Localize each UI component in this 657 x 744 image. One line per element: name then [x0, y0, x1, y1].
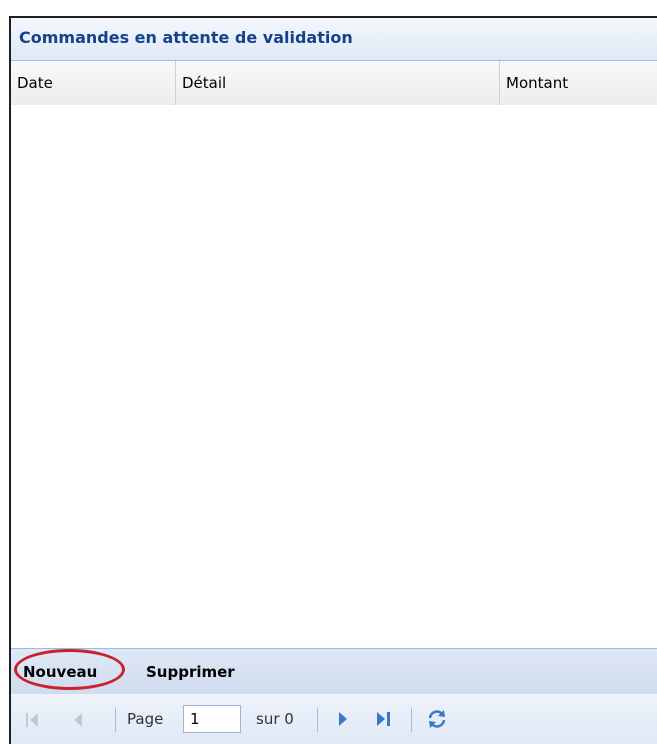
column-header-amount[interactable]: Montant: [500, 61, 657, 105]
page-count-label: sur 0: [256, 710, 294, 728]
first-page-icon[interactable]: [25, 711, 41, 733]
panel-header: Commandes en attente de validation: [11, 18, 657, 61]
paging-toolbar: Page sur 0: [11, 694, 657, 744]
page-label: Page: [127, 710, 164, 728]
panel-title: Commandes en attente de validation: [19, 28, 353, 47]
grid-body[interactable]: [11, 105, 657, 648]
page-number-input[interactable]: [183, 705, 241, 733]
column-header-detail[interactable]: Détail: [176, 61, 500, 105]
last-page-icon[interactable]: [375, 710, 393, 732]
action-toolbar: Nouveau Supprimer: [11, 648, 657, 695]
refresh-icon[interactable]: [425, 707, 449, 735]
next-page-icon[interactable]: [336, 710, 350, 732]
new-button[interactable]: Nouveau: [23, 663, 97, 681]
column-header-date[interactable]: Date: [11, 61, 176, 105]
pager-separator: [317, 708, 318, 732]
delete-button[interactable]: Supprimer: [146, 663, 235, 681]
prev-page-icon[interactable]: [71, 711, 85, 733]
orders-panel: Commandes en attente de validation Date …: [9, 16, 657, 744]
pager-separator: [411, 708, 412, 732]
pager-separator: [115, 708, 116, 732]
grid-header: Date Détail Montant: [11, 61, 657, 106]
